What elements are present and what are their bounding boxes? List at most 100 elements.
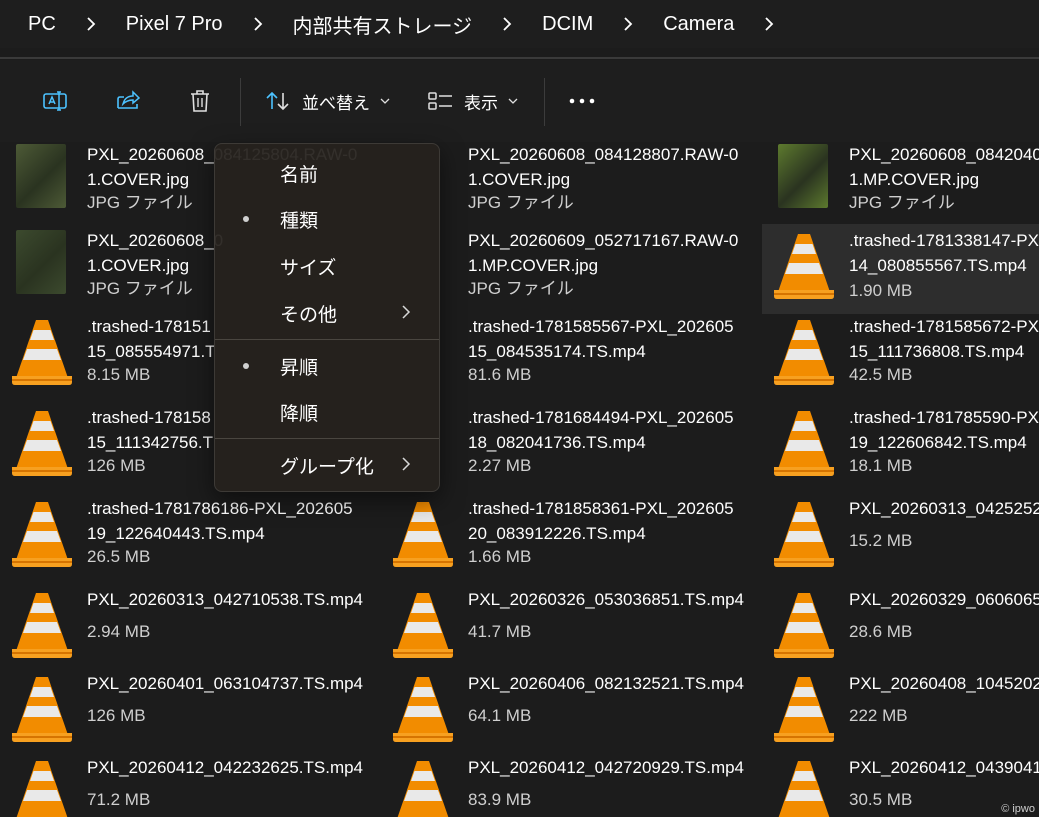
breadcrumb: PC Pixel 7 Pro 内部共有ストレージ DCIM Camera xyxy=(0,0,1039,48)
file-name: PXL_20260412_042232625.TS.mp4 xyxy=(87,758,364,777)
file-item[interactable]: PXL_20260608_0842040 1.MP.COVER.jpg JPG ファ… xyxy=(762,142,1039,228)
breadcrumb-item-device[interactable]: Pixel 7 Pro xyxy=(126,13,223,36)
vlc-cone-icon xyxy=(393,593,453,658)
file-detail: 28.6 MB xyxy=(849,622,913,641)
view-button[interactable]: 表示 xyxy=(428,86,518,116)
file-name: PXL_20260313_042710538.TS.mp4 xyxy=(87,590,364,609)
file-name: .trashed-1781585567-PXL_202605 xyxy=(468,317,734,336)
file-detail: 1.66 MB xyxy=(468,547,532,566)
menu-item-label: 昇順 xyxy=(280,358,319,379)
file-detail: 126 MB xyxy=(87,706,146,725)
rename-button[interactable] xyxy=(42,86,68,116)
sort-label: 並べ替え xyxy=(302,93,370,113)
file-name: PXL_20260608_084128807.RAW-0 xyxy=(468,145,739,164)
file-detail: 30.5 MB xyxy=(849,790,913,809)
file-detail: 2.94 MB xyxy=(87,622,151,641)
vlc-cone-icon xyxy=(774,320,834,385)
file-name-line2: 15_111736808.TS.mp4 xyxy=(849,342,1025,361)
menu-item-label: その他 xyxy=(280,305,338,326)
file-detail: 222 MB xyxy=(849,706,908,725)
file-item[interactable]: PXL_20260329_0606065 28.6 MB xyxy=(762,587,1039,673)
image-thumbnail xyxy=(778,144,828,208)
image-thumbnail xyxy=(16,230,66,294)
file-name: .trashed-178151 xyxy=(87,317,211,336)
vlc-cone-icon xyxy=(393,502,453,567)
file-item[interactable]: .trashed-1781786186-PXL_202605 19_1226404… xyxy=(0,496,375,582)
menu-item[interactable]: 降順 xyxy=(215,389,439,433)
chevron-right-icon[interactable] xyxy=(253,16,263,32)
menu-item[interactable]: 種類 xyxy=(215,196,439,240)
breadcrumb-item-storage[interactable]: 内部共有ストレージ xyxy=(293,10,473,39)
file-item[interactable]: PXL_20260408_1045202 222 MB xyxy=(762,671,1039,757)
share-button[interactable] xyxy=(115,86,141,116)
view-icon xyxy=(428,92,452,110)
file-detail: 2.27 MB xyxy=(468,456,532,475)
file-item[interactable]: PXL_20260401_063104737.TS.mp4 126 MB xyxy=(0,671,375,757)
menu-item-label: 種類 xyxy=(280,211,319,232)
file-name: PXL_20260326_053036851.TS.mp4 xyxy=(468,590,745,609)
file-item[interactable]: PXL_20260406_082132521.TS.mp4 64.1 MB xyxy=(381,671,756,757)
file-name-line2: 15_111342756.T xyxy=(87,433,214,452)
file-name: .trashed-1781785590-PX xyxy=(849,408,1039,427)
file-detail: JPG ファイル xyxy=(87,279,193,298)
menu-item-label: グループ化 xyxy=(280,457,374,478)
chevron-down-icon xyxy=(508,98,518,104)
selected-dot-icon xyxy=(243,363,249,369)
chevron-right-icon[interactable] xyxy=(86,16,96,32)
file-item[interactable]: .trashed-1781585672-PX 15_111736808.TS.mp… xyxy=(762,314,1039,400)
file-name: PXL_20260609_052717167.RAW-0 xyxy=(468,231,739,250)
menu-item[interactable]: その他 xyxy=(215,290,439,334)
chevron-right-icon[interactable] xyxy=(623,16,633,32)
delete-button[interactable] xyxy=(187,86,213,116)
chevron-right-icon[interactable] xyxy=(764,16,774,32)
menu-item-label: 降順 xyxy=(280,404,319,425)
file-name-line2: 20_083912226.TS.mp4 xyxy=(468,524,646,543)
divider xyxy=(0,57,1039,59)
sort-button[interactable]: 並べ替え xyxy=(264,86,390,116)
file-name: PXL_20260608_0 xyxy=(87,231,224,250)
file-name: .trashed-1781786186-PXL_202605 xyxy=(87,499,353,518)
file-item[interactable]: .trashed-1781785590-PX 19_122606842.TS.mp… xyxy=(762,405,1039,491)
file-item[interactable]: .trashed-1781338147-PX 14_080855567.TS.mp… xyxy=(762,224,1039,314)
file-detail: 126 MB xyxy=(87,456,146,475)
file-item[interactable]: PXL_20260412_0439041 30.5 MB xyxy=(762,755,1039,817)
menu-item[interactable]: グループ化 xyxy=(215,442,439,486)
more-button[interactable] xyxy=(568,86,596,116)
file-item[interactable]: PXL_20260326_053036851.TS.mp4 41.7 MB xyxy=(381,587,756,673)
chevron-right-icon[interactable] xyxy=(502,16,512,32)
menu-item[interactable]: 昇順 xyxy=(215,343,439,387)
share-icon xyxy=(117,90,141,109)
vlc-cone-icon xyxy=(774,411,834,476)
chevron-down-icon xyxy=(380,98,390,104)
menu-item[interactable]: サイズ xyxy=(215,243,439,287)
file-detail: 41.7 MB xyxy=(468,622,532,641)
file-item[interactable]: PXL_20260412_042232625.TS.mp4 71.2 MB xyxy=(0,755,375,817)
file-detail: JPG ファイル xyxy=(849,193,955,212)
file-name-line2: 19_122640443.TS.mp4 xyxy=(87,524,265,543)
vlc-cone-icon xyxy=(393,677,453,742)
file-item[interactable]: PXL_20260313_0425252 15.2 MB xyxy=(762,496,1039,582)
toolbar-divider xyxy=(240,78,241,126)
file-item[interactable]: PXL_20260313_042710538.TS.mp4 2.94 MB xyxy=(0,587,375,673)
file-name: PXL_20260313_0425252 xyxy=(849,499,1039,518)
file-item[interactable]: .trashed-1781858361-PXL_202605 20_0839122… xyxy=(381,496,756,582)
menu-item[interactable]: 名前 xyxy=(215,150,439,194)
breadcrumb-item-pc[interactable]: PC xyxy=(28,13,56,36)
rename-icon xyxy=(43,91,67,111)
chevron-right-icon xyxy=(402,305,411,319)
file-detail: JPG ファイル xyxy=(468,279,574,298)
file-item[interactable]: PXL_20260412_042720929.TS.mp4 83.9 MB xyxy=(381,755,756,817)
file-name-line2: 1.COVER.jpg xyxy=(87,170,190,189)
trash-icon xyxy=(191,90,209,112)
file-name-line2: 18_082041736.TS.mp4 xyxy=(468,433,646,452)
menu-item-label: 名前 xyxy=(280,165,319,186)
vlc-cone-icon xyxy=(774,677,834,742)
file-name-line2: 1.MP.COVER.jpg xyxy=(468,256,599,275)
file-name: PXL_20260412_0439041 xyxy=(849,758,1039,777)
vlc-cone-icon xyxy=(778,761,830,817)
breadcrumb-item-dcim[interactable]: DCIM xyxy=(542,13,593,36)
file-grid: PXL_20260608_084125804.RAW-01.COVER.jpgJ… xyxy=(0,142,1039,817)
file-name: PXL_20260608_0842040 xyxy=(849,145,1039,164)
vlc-cone-icon xyxy=(16,761,68,817)
breadcrumb-item-camera[interactable]: Camera xyxy=(663,13,734,36)
